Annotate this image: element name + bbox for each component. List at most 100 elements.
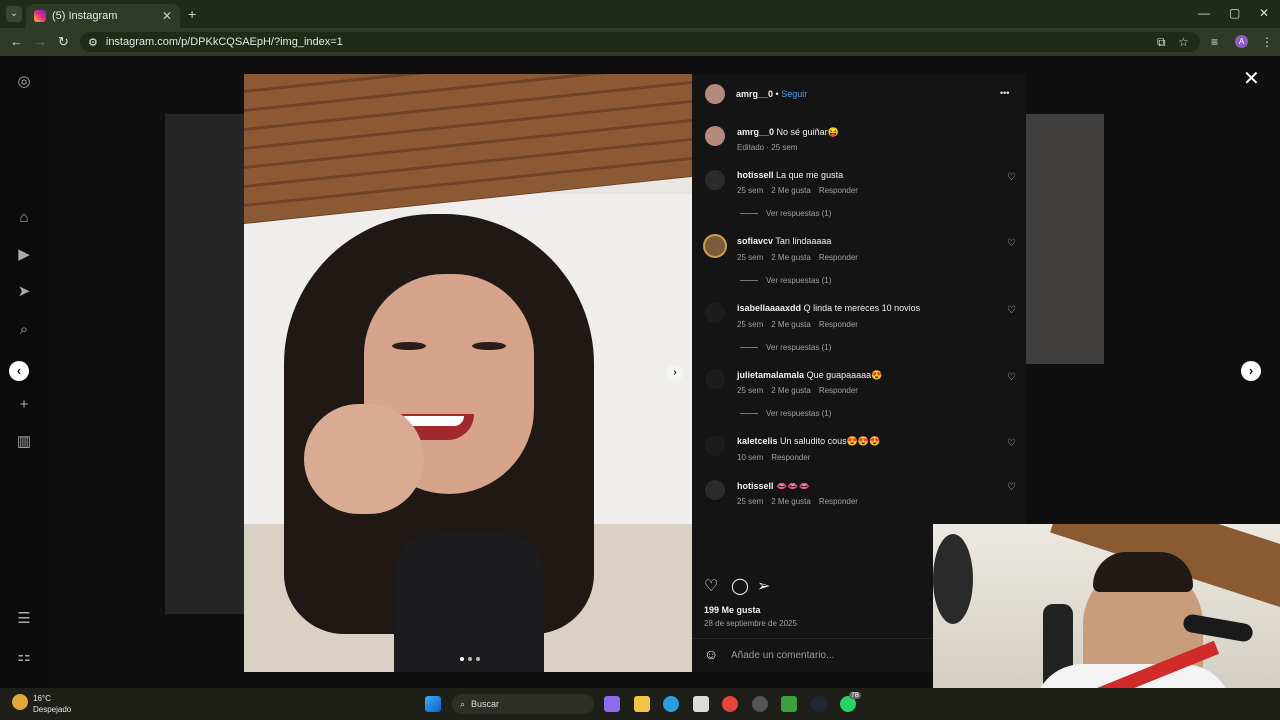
taskbar-search[interactable]: ⌕ Buscar <box>452 694 594 714</box>
home-icon[interactable]: ⌂ <box>15 209 33 227</box>
reply-button[interactable]: Responder <box>819 320 858 329</box>
reply-button[interactable]: Responder <box>819 497 858 506</box>
author-avatar[interactable] <box>705 84 725 104</box>
new-tab-button[interactable]: + <box>188 6 196 22</box>
comment-username[interactable]: isabellaaaaxdd <box>737 303 801 313</box>
emoji-icon[interactable]: ☺ <box>704 646 718 662</box>
comment-like-icon[interactable]: ♡ <box>1007 438 1016 449</box>
reels-icon[interactable]: ▶ <box>15 246 33 264</box>
comment-username[interactable]: sofiavcv <box>737 236 773 246</box>
next-post-button[interactable]: › <box>1241 361 1261 381</box>
instagram-logo-icon[interactable]: ◎ <box>15 73 33 91</box>
reply-button[interactable]: Responder <box>819 253 858 262</box>
apps-icon[interactable]: ⚏ <box>15 648 33 666</box>
comment-likes[interactable]: 2 Me gusta <box>771 186 811 195</box>
comment-username[interactable]: hotissell <box>737 170 774 180</box>
caption-text: No sé guiñar😝 <box>776 127 839 137</box>
comment-text: julietamalamala Que guapaaaaa😍 <box>737 370 883 380</box>
caption-avatar[interactable] <box>705 126 725 146</box>
back-arrow-icon[interactable]: ← <box>10 34 23 49</box>
comment-username[interactable]: kaletcelis <box>737 436 778 446</box>
comment-meta: 25 sem 2 Me gusta Responder <box>737 386 858 395</box>
bookmark-star-icon[interactable]: ☆ <box>1178 35 1189 49</box>
comment-likes[interactable]: 2 Me gusta <box>771 386 811 395</box>
reply-button[interactable]: Responder <box>819 386 858 395</box>
comment-avatar[interactable] <box>705 436 725 456</box>
add-comment-input[interactable]: Añade un comentario... <box>731 650 834 661</box>
file-explorer-icon[interactable] <box>634 696 650 712</box>
next-post-preview[interactable] <box>1026 114 1104 364</box>
modal-close-icon[interactable]: ✕ <box>1243 66 1260 91</box>
messages-icon[interactable]: ➤ <box>15 283 33 301</box>
tab-close-icon[interactable]: ✕ <box>162 9 172 23</box>
comment-username[interactable]: julietamalamala <box>737 370 804 380</box>
comment-like-icon[interactable]: ♡ <box>1007 372 1016 383</box>
comment-username[interactable]: hotissell <box>737 481 774 491</box>
likes-count[interactable]: 199 Me gusta <box>704 605 761 615</box>
comment-like-icon[interactable]: ♡ <box>1007 482 1016 493</box>
more-options-icon[interactable]: ••• <box>1000 88 1009 98</box>
comment-like-icon[interactable]: ♡ <box>1007 305 1016 316</box>
reply-button[interactable]: Responder <box>819 186 858 195</box>
profile-avatar[interactable]: A <box>1235 35 1248 48</box>
like-icon[interactable]: ♡ <box>704 576 718 596</box>
forward-arrow-icon[interactable]: → <box>34 34 47 49</box>
more-menu-icon[interactable]: ☰ <box>15 610 33 628</box>
caption-meta: Editado · 25 sem <box>737 143 798 152</box>
comment-likes[interactable]: 2 Me gusta <box>771 253 811 262</box>
share-icon[interactable]: ➢ <box>757 576 770 596</box>
search-label: Buscar <box>471 699 500 709</box>
browser-tab[interactable]: (5) Instagram ✕ <box>26 4 180 28</box>
comment-avatar[interactable] <box>705 170 725 190</box>
create-icon[interactable]: + <box>15 396 33 414</box>
chrome-menu-icon[interactable]: ⋮ <box>1261 35 1273 49</box>
windows-start-icon[interactable] <box>425 696 441 712</box>
copilot-icon[interactable] <box>604 696 620 712</box>
divider <box>692 638 932 639</box>
tab-search-button[interactable]: ⌄ <box>6 6 22 22</box>
obs-icon[interactable] <box>752 696 768 712</box>
comment-avatar[interactable] <box>705 369 725 389</box>
comment-like-icon[interactable]: ♡ <box>1007 172 1016 183</box>
previous-post-preview[interactable] <box>165 114 244 614</box>
comment-text: hotissell 👄👄👄 <box>737 481 810 491</box>
steam-icon[interactable] <box>811 696 827 712</box>
install-app-icon[interactable]: ⧉ <box>1157 35 1166 50</box>
post-photo <box>244 74 692 672</box>
comment-text: kaletcelis Un saludito cous😍😍😍 <box>737 436 881 446</box>
media-control-icon[interactable]: ≡ <box>1211 35 1218 49</box>
reload-icon[interactable]: ↻ <box>58 34 69 50</box>
view-replies-button[interactable]: Ver respuestas (1) <box>740 343 831 352</box>
address-bar[interactable]: ⚙ instagram.com/p/DPKkCQSAEpH/?img_index… <box>80 32 1200 52</box>
view-replies-button[interactable]: Ver respuestas (1) <box>740 276 831 285</box>
photo-next-button[interactable]: › <box>667 365 683 381</box>
comment-icon[interactable]: ◯ <box>731 576 749 596</box>
comment-avatar[interactable] <box>705 480 725 500</box>
comment-avatar[interactable] <box>705 236 725 256</box>
reply-button[interactable]: Responder <box>771 453 810 462</box>
store-icon[interactable] <box>693 696 709 712</box>
edge-icon[interactable] <box>663 696 679 712</box>
search-icon[interactable]: ⌕ <box>15 321 33 339</box>
xbox-icon[interactable] <box>781 696 797 712</box>
window-close-button[interactable]: ✕ <box>1259 6 1269 20</box>
comment-likes[interactable]: 2 Me gusta <box>771 320 811 329</box>
previous-post-button[interactable]: ‹ <box>9 361 29 381</box>
comment-like-icon[interactable]: ♡ <box>1007 238 1016 249</box>
chrome-icon[interactable] <box>722 696 738 712</box>
site-info-icon[interactable]: ⚙ <box>88 36 98 49</box>
author-username[interactable]: amrg__0 <box>736 89 773 99</box>
weather-moon-icon[interactable] <box>12 694 28 710</box>
caption-username[interactable]: amrg__0 <box>737 127 774 137</box>
maximize-button[interactable]: ▢ <box>1229 6 1240 20</box>
view-replies-button[interactable]: Ver respuestas (1) <box>740 409 831 418</box>
comment-meta: 10 sem Responder <box>737 453 811 462</box>
minimize-button[interactable]: — <box>1198 6 1210 20</box>
comment-avatar[interactable] <box>705 303 725 323</box>
comment-likes[interactable]: 2 Me gusta <box>771 497 811 506</box>
weather-widget[interactable]: 16°C Despejado <box>33 693 71 715</box>
view-replies-button[interactable]: Ver respuestas (1) <box>740 209 831 218</box>
comment-text: isabellaaaaxdd Q linda te mereces 10 nov… <box>737 303 921 313</box>
dashboard-icon[interactable]: ▥ <box>15 433 33 451</box>
follow-button[interactable]: Seguir <box>781 89 807 99</box>
